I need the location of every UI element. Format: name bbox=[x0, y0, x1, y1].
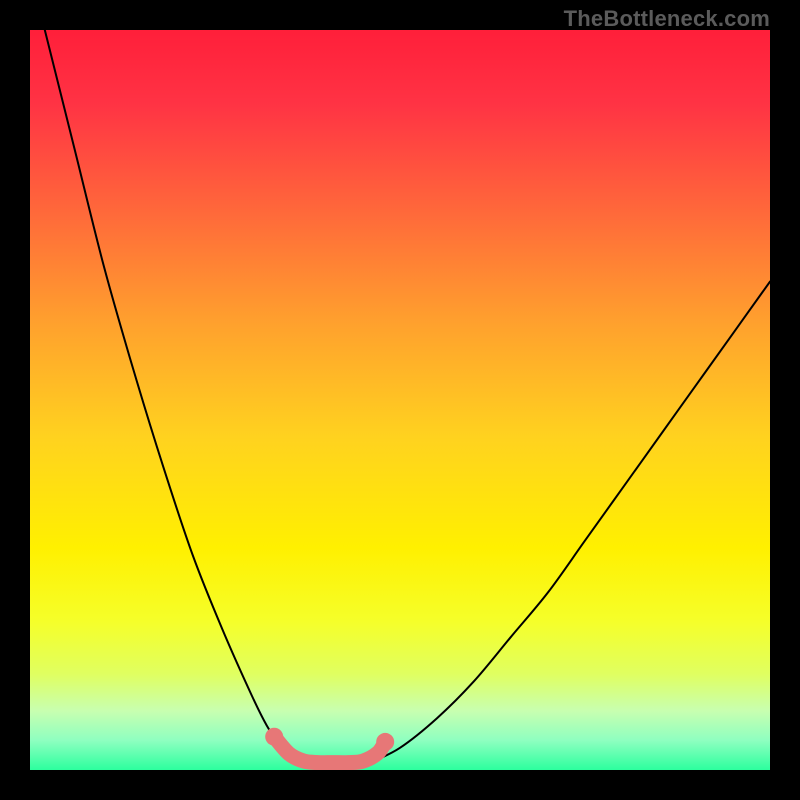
watermark-text: TheBottleneck.com bbox=[564, 6, 770, 32]
gradient-background bbox=[30, 30, 770, 770]
plot-area bbox=[30, 30, 770, 770]
chart-frame: TheBottleneck.com bbox=[0, 0, 800, 800]
chart-svg bbox=[30, 30, 770, 770]
pink-end-dot bbox=[376, 733, 394, 751]
pink-end-dot bbox=[265, 728, 283, 746]
